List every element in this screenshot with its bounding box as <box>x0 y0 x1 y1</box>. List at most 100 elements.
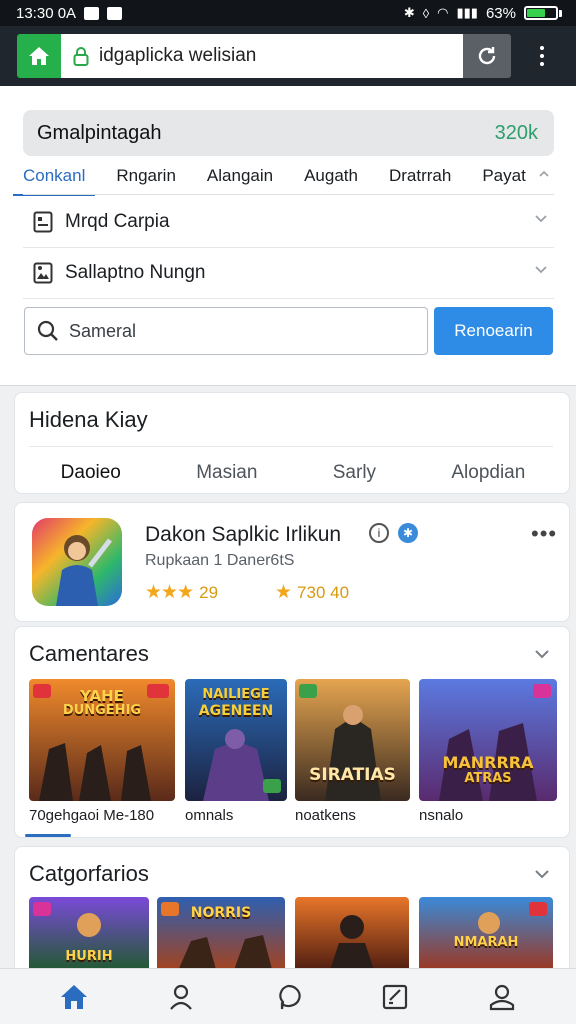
category-tabs: Conkanl Rngarin Alangain Augath Dratrrah… <box>12 158 554 196</box>
app-card[interactable]: Dakon Saplkic Irlikun i ✱ ••• Rupkaan 1 … <box>14 502 570 622</box>
bottom-nav <box>0 968 576 1024</box>
lock-icon <box>73 47 89 66</box>
categories-card: Catgorfarios HURIH NORRIS NMARAH <box>14 846 570 976</box>
game-thumb-4[interactable]: MANRRRA ATRAS <box>419 679 557 801</box>
sub-tabs: Daoieo Masian Sarly Alopdian <box>15 455 571 491</box>
edit-note-icon <box>383 984 408 1009</box>
search-placeholder: Sameral <box>69 320 137 341</box>
status-bar: 13:30 0A ✱ ◊ ◠ ▮▮▮ 63% <box>0 0 576 26</box>
search-button[interactable]: Renoearin <box>434 307 553 355</box>
chevron-down-icon <box>535 215 547 223</box>
reload-button[interactable] <box>463 34 511 78</box>
results-header: Gmalpintagah 320k <box>23 110 554 156</box>
nav-account[interactable] <box>478 973 526 1021</box>
reload-icon <box>478 47 496 65</box>
nav-profile[interactable] <box>157 973 205 1021</box>
category-thumb-4[interactable]: NMARAH <box>419 897 553 973</box>
section-title: Camentares <box>29 641 149 666</box>
filter-label: Sallaptno Nungn <box>65 262 206 283</box>
more-options-icon[interactable]: ••• <box>531 521 557 547</box>
section-title: Catgorfarios <box>29 861 149 886</box>
section-title: Hidena Kiay <box>29 407 148 432</box>
app-subtitle: Rupkaan 1 Daner6tS <box>145 552 295 569</box>
chat-bubble-icon <box>279 984 301 1009</box>
rating-b: ★ 730 40 <box>275 581 349 604</box>
filter-row-mrqd[interactable]: Mrqd Carpia <box>23 197 554 247</box>
nav-chat[interactable] <box>264 973 312 1021</box>
battery-fill <box>527 9 545 17</box>
rating-a-value: 29 <box>199 582 219 602</box>
category-thumb-1[interactable]: HURIH <box>29 897 149 973</box>
profile-icon <box>169 984 192 1010</box>
star-rating-icon: ★★★ <box>145 582 194 603</box>
thumb-title: NAILIEGE <box>202 687 270 702</box>
nav-home[interactable] <box>50 973 98 1021</box>
tab-payat[interactable]: Payat <box>482 158 525 194</box>
category-thumb-2[interactable]: NORRIS <box>157 897 285 973</box>
url-text: idgaplicka welisian <box>99 45 257 66</box>
results-title: Gmalpintagah <box>37 121 162 144</box>
sub-tab-daoieo[interactable]: Daoieo <box>61 462 121 484</box>
thumb-title: MANRRRA <box>442 753 534 772</box>
game-thumb-2[interactable]: NAILIEGE AGENEEN <box>185 679 287 801</box>
app-name[interactable]: Dakon Saplkic Irlikun <box>145 523 341 547</box>
battery-icon <box>524 6 562 20</box>
filter-label: Mrqd Carpia <box>65 211 170 232</box>
rating-b-value: 730 40 <box>297 582 350 602</box>
carousel-indicator <box>25 834 71 837</box>
thumb-title: NMARAH <box>453 935 519 950</box>
thumb-title: HURIH <box>65 949 113 964</box>
comments-card: Camentares YAHE DUNGEHIG 70gehgaoi Me-18… <box>14 626 570 838</box>
home-button[interactable] <box>17 34 61 78</box>
rating-a: ★★★ 29 <box>145 581 218 604</box>
vibrate-icon: ◊ <box>422 5 430 21</box>
image-icon <box>33 262 53 284</box>
filter-row-sallaptno[interactable]: Sallaptno Nungn <box>23 248 554 298</box>
tab-alangain[interactable]: Alangain <box>207 158 273 194</box>
tab-conkanl[interactable]: Conkanl <box>12 158 96 196</box>
url-field[interactable]: idgaplicka welisian <box>61 34 463 78</box>
verified-icon: ✱ <box>398 523 418 543</box>
app-icon[interactable] <box>32 518 122 606</box>
chevron-down-icon[interactable] <box>534 649 550 659</box>
notification-icon <box>84 6 100 20</box>
account-icon <box>490 984 515 1010</box>
home-icon <box>60 984 87 1009</box>
chevron-up-icon[interactable] <box>538 170 550 178</box>
thumb-caption: 70gehgaoi Me-180 <box>29 807 155 824</box>
category-thumb-3[interactable] <box>295 897 409 973</box>
status-time: 13:30 0A <box>16 4 77 22</box>
signal-icon: ▮▮▮ <box>456 5 478 20</box>
chevron-down-icon[interactable] <box>534 869 550 879</box>
search-icon <box>37 320 58 341</box>
sub-tab-sarly[interactable]: Sarly <box>333 462 376 484</box>
thumb-caption: nsnalo <box>419 807 464 824</box>
home-icon <box>29 47 49 65</box>
thumb-subtitle: AGENEEN <box>198 703 274 719</box>
info-icon[interactable]: i <box>369 523 389 543</box>
game-thumb-1[interactable]: YAHE DUNGEHIG <box>29 679 175 801</box>
star-icon: ★ <box>275 582 292 603</box>
sub-tab-masian[interactable]: Masian <box>196 462 257 484</box>
search-panel: Gmalpintagah 320k Conkanl Rngarin Alanga… <box>0 86 576 386</box>
notification-icon <box>107 6 123 20</box>
bluetooth-icon: ✱ <box>403 5 415 20</box>
thumb-title: SIRATIAS <box>309 765 396 785</box>
game-thumb-3[interactable]: SIRATIAS <box>295 679 410 801</box>
search-input[interactable]: Sameral <box>24 307 428 355</box>
wifi-icon: ◠ <box>437 5 449 20</box>
browser-toolbar: idgaplicka welisian <box>0 26 576 86</box>
battery-percent: 63% <box>485 4 516 22</box>
thumb-subtitle: DUNGEHIG <box>62 703 142 718</box>
tab-rngarin[interactable]: Rngarin <box>116 158 176 194</box>
doc-icon <box>33 211 53 233</box>
tab-augath[interactable]: Augath <box>304 158 358 194</box>
chevron-down-icon <box>535 266 547 274</box>
overflow-menu-button[interactable] <box>526 36 558 76</box>
nav-notes[interactable] <box>371 973 419 1021</box>
thumb-caption: omnals <box>185 807 234 824</box>
sub-tab-alopdian[interactable]: Alopdian <box>451 462 525 484</box>
tab-dratrrah[interactable]: Dratrrah <box>389 158 451 194</box>
hidden-key-card: Hidena Kiay Daoieo Masian Sarly Alopdian <box>14 392 570 494</box>
results-count: 320k <box>494 121 538 144</box>
